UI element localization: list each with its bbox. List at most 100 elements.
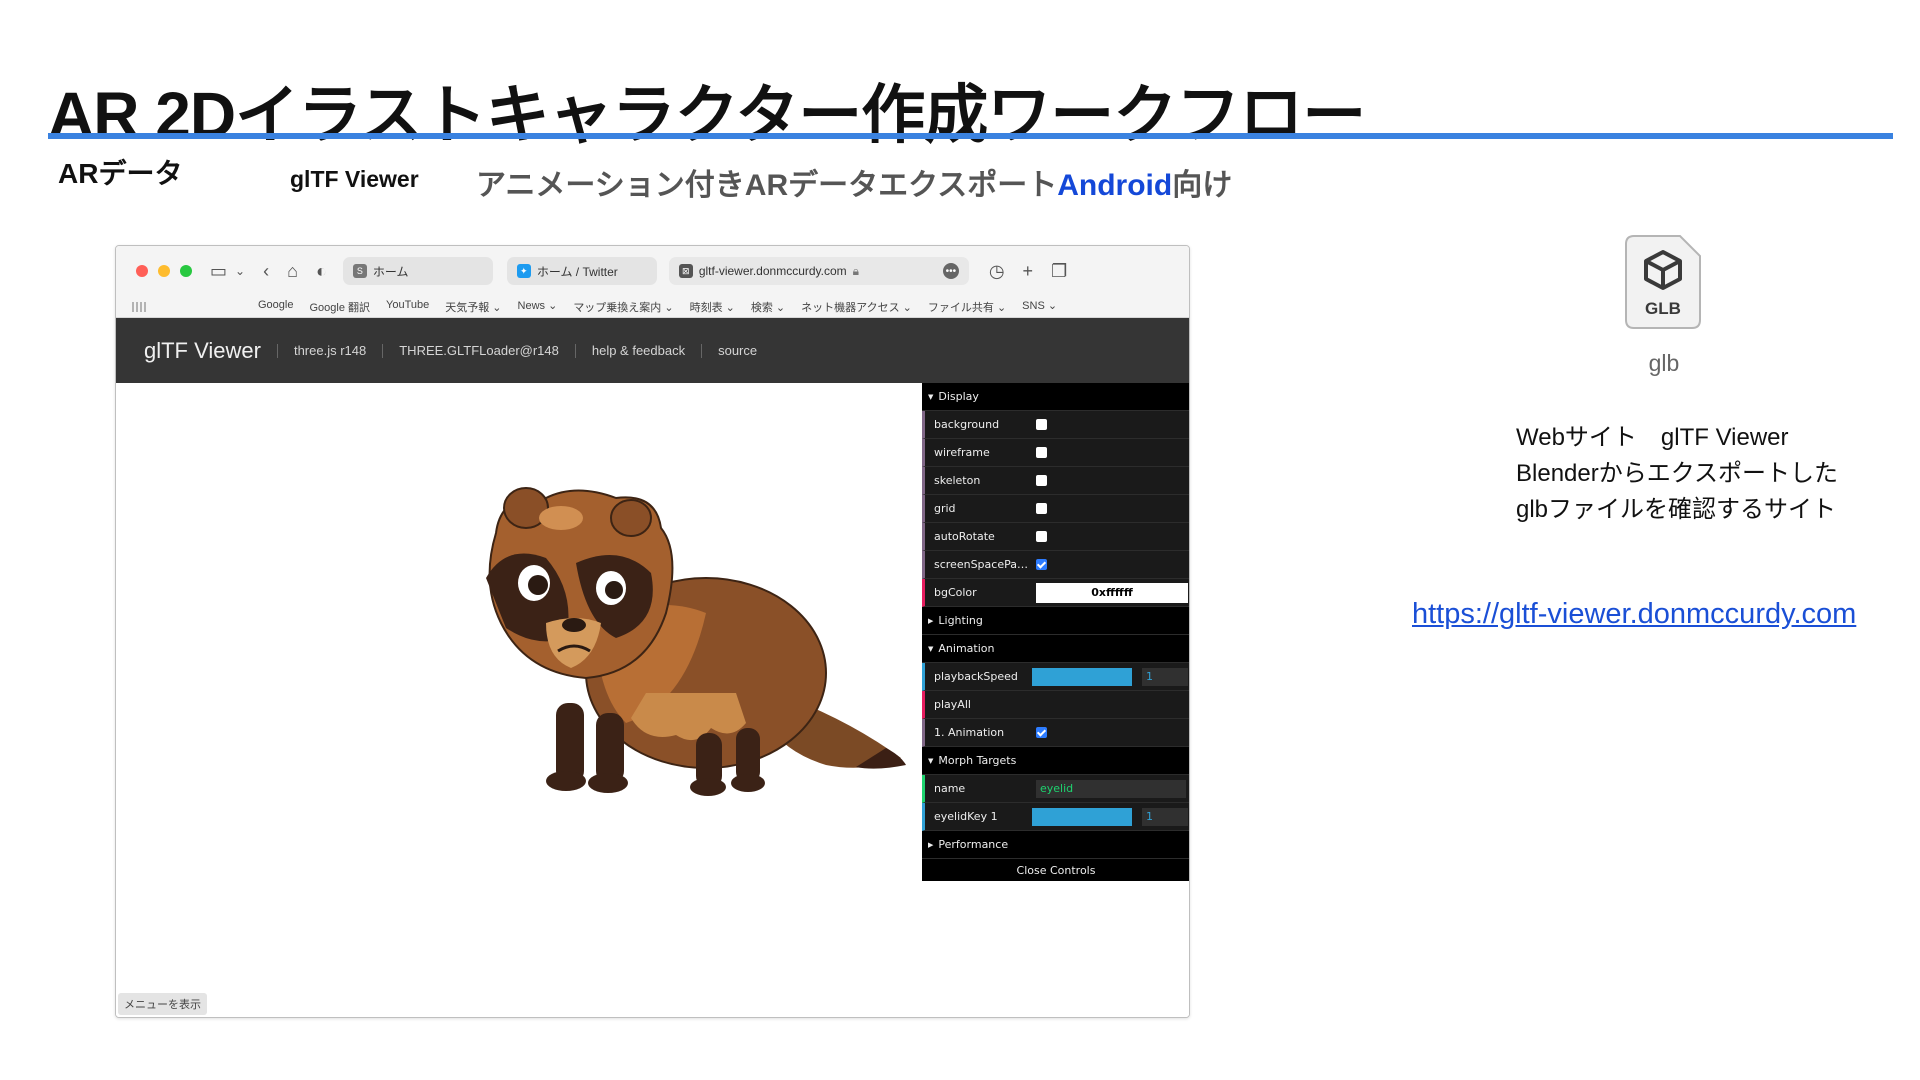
lighting-folder[interactable]: ▶ Lighting bbox=[922, 607, 1189, 635]
control-checkbox[interactable] bbox=[1036, 559, 1047, 570]
play-all-label: playAll bbox=[934, 698, 971, 711]
animation-1-label: 1. Animation bbox=[934, 726, 1005, 739]
play-all-button[interactable]: playAll bbox=[922, 691, 1189, 719]
tab-overview-icon[interactable]: ❐ bbox=[1051, 261, 1067, 282]
control-checkbox[interactable] bbox=[1036, 531, 1047, 542]
morph-name-input[interactable]: eyelid bbox=[1036, 779, 1186, 798]
animation-export-label: アニメーション付きARデータエクスポートAndroid向け bbox=[476, 160, 1232, 204]
eyelid-key-input[interactable]: 1 bbox=[1142, 807, 1188, 826]
android-highlight: Android bbox=[1057, 169, 1173, 202]
s-favicon-icon: S bbox=[352, 264, 367, 278]
window-controls bbox=[136, 265, 192, 277]
tab-label: ホーム bbox=[372, 264, 409, 279]
bookmark-item[interactable]: Google bbox=[258, 299, 293, 315]
twitter-bird-icon: ✦ bbox=[516, 264, 531, 278]
toolbar-right-icons: ◷ + ❐ bbox=[989, 261, 1067, 282]
new-tab-icon[interactable]: + bbox=[1023, 261, 1034, 282]
zoom-window-button[interactable] bbox=[180, 265, 192, 277]
viewer-link-help[interactable]: help & feedback bbox=[574, 343, 701, 358]
history-icon[interactable]: ◷ bbox=[989, 261, 1005, 282]
more-icon[interactable]: ••• bbox=[942, 263, 959, 279]
bookmark-item[interactable]: Google 翻訳 bbox=[309, 299, 370, 315]
tab-home[interactable]: S ホーム bbox=[342, 257, 493, 285]
bookmark-item[interactable]: SNS ⌄ bbox=[1022, 299, 1057, 315]
display-control-row: screenSpacePan... bbox=[922, 551, 1189, 579]
viewer-brand[interactable]: glTF Viewer bbox=[144, 338, 261, 364]
browser-toolbar: ▭ ⌄ ‹ ⌂ ◐ S ホーム ✦ ホーム / Twitter ⊠ gltf-v… bbox=[116, 246, 1189, 296]
folder-label: Morph Targets bbox=[938, 754, 1017, 767]
address-bar[interactable]: ⊠ gltf-viewer.donmccurdy.com 🔒︎ ••• bbox=[668, 257, 969, 285]
sidebar-icon[interactable]: ▭ bbox=[210, 262, 227, 280]
tab-twitter[interactable]: ✦ ホーム / Twitter bbox=[506, 257, 657, 285]
control-label: autoRotate bbox=[934, 530, 995, 543]
grid-icon[interactable] bbox=[132, 301, 146, 312]
viewer-link-loader[interactable]: THREE.GLTFLoader@r148 bbox=[382, 343, 575, 358]
bookmark-item[interactable]: マップ乗換え案内 ⌄ bbox=[573, 299, 673, 315]
chevron-down-icon[interactable]: ⌄ bbox=[235, 265, 245, 277]
bgcolor-control: bgColor 0xffffff bbox=[922, 579, 1189, 607]
display-folder[interactable]: ▼ Display bbox=[922, 383, 1189, 411]
viewer-canvas[interactable]: ▼ Display background wireframe skeleton grid… bbox=[116, 383, 1189, 1017]
display-controls: background wireframe skeleton grid autoRotat… bbox=[922, 411, 1189, 579]
animation-folder[interactable]: ▼ Animation bbox=[922, 635, 1189, 663]
close-controls-button[interactable]: Close Controls bbox=[922, 859, 1189, 881]
folder-open-icon: ▼ bbox=[928, 756, 934, 765]
description-line: Blenderからエクスポートした bbox=[1516, 460, 1839, 487]
control-label: background bbox=[934, 418, 1000, 431]
shield-icon[interactable]: ◐ bbox=[316, 262, 327, 280]
animation-export-text: アニメーション付きARデータエクスポート bbox=[476, 169, 1058, 202]
eyelid-key-slider[interactable] bbox=[1032, 807, 1132, 826]
control-checkbox[interactable] bbox=[1036, 475, 1047, 486]
control-checkbox[interactable] bbox=[1036, 447, 1047, 458]
bookmark-item[interactable]: ファイル共有 ⌄ bbox=[928, 299, 1006, 315]
lock-icon: 🔒︎ bbox=[852, 263, 860, 278]
control-label: wireframe bbox=[934, 446, 990, 459]
bgcolor-input[interactable]: 0xffffff bbox=[1036, 582, 1188, 603]
folder-label: Animation bbox=[938, 642, 995, 655]
glb-icon-label: GLB bbox=[1645, 299, 1681, 318]
bookmark-item[interactable]: ネット機器アクセス ⌄ bbox=[801, 299, 912, 315]
show-menu-button[interactable]: メニューを表示 bbox=[118, 993, 207, 1015]
morph-targets-folder[interactable]: ▼ Morph Targets bbox=[922, 747, 1189, 775]
viewer-link-threejs[interactable]: three.js r148 bbox=[276, 343, 382, 358]
bookmark-item[interactable]: YouTube bbox=[386, 299, 429, 315]
display-control-row: skeleton bbox=[922, 467, 1189, 495]
viewer-url-link[interactable]: https://gltf-viewer.donmccurdy.com bbox=[1412, 598, 1856, 631]
display-control-row: wireframe bbox=[922, 439, 1189, 467]
ar-data-label: ARデータ bbox=[58, 158, 183, 189]
bookmark-item[interactable]: 時刻表 ⌄ bbox=[690, 299, 735, 315]
playback-speed-slider[interactable] bbox=[1032, 667, 1132, 686]
gltf-favicon-icon: ⊠ bbox=[678, 264, 693, 278]
playback-speed-label: playbackSpeed bbox=[934, 670, 1018, 683]
address-url: gltf-viewer.donmccurdy.com bbox=[698, 264, 847, 278]
control-label: screenSpacePan... bbox=[934, 558, 1034, 571]
bookmark-item[interactable]: 検索 ⌄ bbox=[751, 299, 785, 315]
bookmark-item[interactable]: 天気予報 ⌄ bbox=[445, 299, 501, 315]
control-label: grid bbox=[934, 502, 956, 515]
viewer-link-source[interactable]: source bbox=[701, 343, 773, 358]
close-window-button[interactable] bbox=[136, 265, 148, 277]
morph-name-control: name eyelid bbox=[922, 775, 1189, 803]
bookmarks-bar: Google Google 翻訳 YouTube 天気予報 ⌄ News ⌄ マップ乗換え… bbox=[116, 296, 1189, 318]
home-icon[interactable]: ⌂ bbox=[287, 262, 298, 280]
glb-caption: glb bbox=[1648, 350, 1680, 376]
glb-file-icon: GLB bbox=[1625, 235, 1701, 329]
folder-open-icon: ▼ bbox=[928, 644, 934, 653]
playback-speed-input[interactable]: 1 bbox=[1142, 667, 1188, 686]
control-checkbox[interactable] bbox=[1036, 503, 1047, 514]
display-control-row: background bbox=[922, 411, 1189, 439]
bgcolor-label: bgColor bbox=[934, 586, 977, 599]
back-icon[interactable]: ‹ bbox=[263, 262, 269, 280]
bookmark-item[interactable]: News ⌄ bbox=[518, 299, 558, 315]
animation-1-checkbox[interactable] bbox=[1036, 727, 1047, 738]
folder-label: Lighting bbox=[938, 614, 983, 627]
animation-1-control: 1. Animation bbox=[922, 719, 1189, 747]
folder-closed-icon: ▶ bbox=[928, 840, 934, 849]
minimize-window-button[interactable] bbox=[158, 265, 170, 277]
control-checkbox[interactable] bbox=[1036, 419, 1047, 430]
performance-folder[interactable]: ▶ Performance bbox=[922, 831, 1189, 859]
description: Webサイト glTF Viewer Blenderからエクスポートした glb… bbox=[1516, 420, 1838, 528]
folder-open-icon: ▼ bbox=[928, 392, 934, 401]
bookmark-items: Google Google 翻訳 YouTube 天気予報 ⌄ News ⌄ マップ乗換え… bbox=[258, 299, 1057, 315]
folder-label: Performance bbox=[938, 838, 1009, 851]
